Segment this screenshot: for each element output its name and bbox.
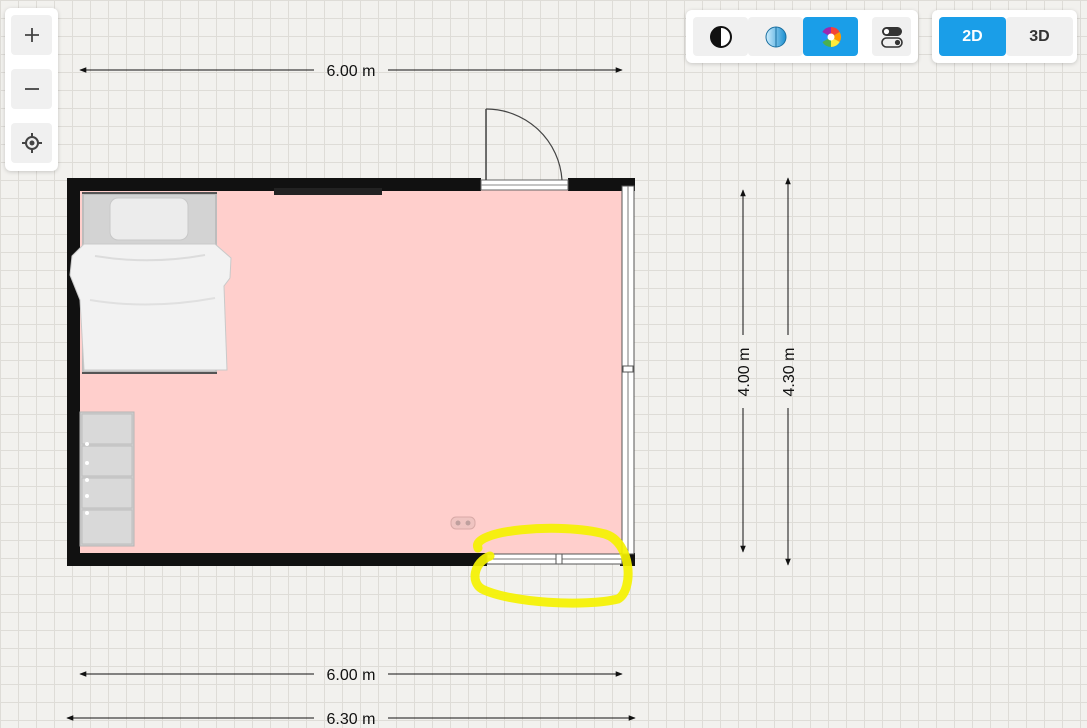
- dimension-top-width: 6.00 m: [79, 63, 623, 80]
- door[interactable]: [480, 108, 569, 191]
- floor-plan-canvas[interactable]: 6.00 m 6.00 m 6.30 m 4.00 m 4.30 m: [0, 0, 1087, 728]
- dimension-right-outer-height: 4.30 m: [781, 177, 798, 566]
- zoom-out-button[interactable]: [11, 69, 52, 109]
- dimension-bottom-inner-width: 6.00 m: [79, 667, 623, 684]
- gradient-icon: [765, 26, 786, 47]
- dresser[interactable]: [79, 411, 135, 547]
- bed[interactable]: [69, 192, 232, 374]
- wall-outlet[interactable]: [450, 516, 476, 530]
- display-mode-toolbar: [686, 10, 918, 63]
- gradient-mode-button[interactable]: [748, 17, 803, 56]
- dimension-label: 4.00 m: [736, 348, 753, 397]
- zoom-controls: [5, 8, 58, 171]
- wall-cabinet[interactable]: [274, 188, 382, 195]
- minus-icon: [24, 88, 39, 90]
- dimension-right-inner-height: 4.00 m: [736, 189, 753, 553]
- dimension-label: 6.00 m: [327, 667, 376, 684]
- dimension-label: 6.00 m: [327, 63, 376, 80]
- view-3d-button[interactable]: 3D: [1006, 17, 1073, 56]
- view-toggle: 2D 3D: [932, 10, 1077, 63]
- color-wheel-icon: [820, 26, 841, 47]
- view-2d-button[interactable]: 2D: [939, 17, 1006, 56]
- crosshair-icon: [21, 133, 42, 153]
- dimension-label: 6.30 m: [327, 711, 376, 728]
- toggle-settings-icon: [880, 26, 903, 48]
- bottom-wall-window[interactable]: [486, 553, 623, 565]
- contrast-mode-button[interactable]: [693, 17, 748, 56]
- settings-toggle-button[interactable]: [872, 17, 911, 56]
- plus-icon: [24, 28, 39, 42]
- zoom-in-button[interactable]: [11, 15, 52, 55]
- color-mode-button[interactable]: [803, 17, 858, 56]
- right-wall-window[interactable]: [621, 185, 635, 555]
- dimension-label: 4.30 m: [781, 348, 798, 397]
- contrast-icon: [709, 25, 732, 48]
- recenter-button[interactable]: [11, 123, 52, 163]
- dimension-bottom-outer-width: 6.30 m: [66, 711, 636, 728]
